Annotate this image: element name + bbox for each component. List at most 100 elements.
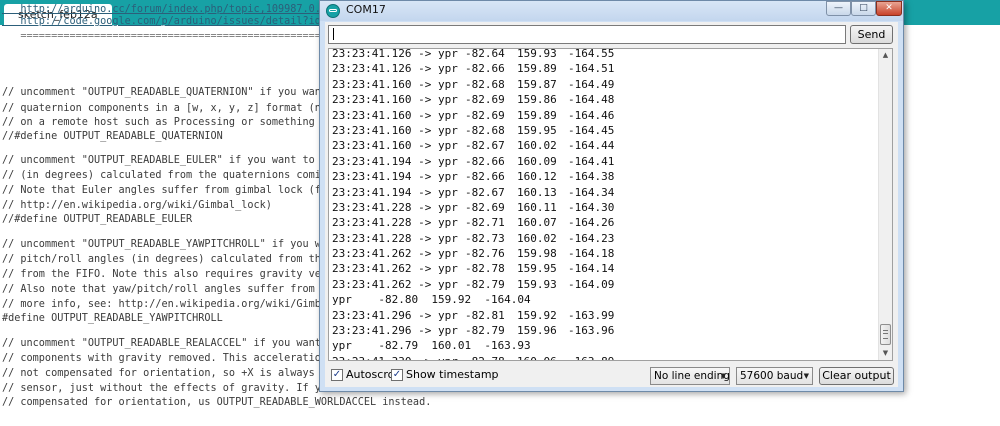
- title-bar[interactable]: COM17 — □ ✕: [320, 1, 903, 21]
- ypr-value: 159.89: [517, 108, 557, 122]
- ypr-value: -82.67: [465, 139, 505, 153]
- ypr-value: -163.89: [568, 354, 624, 360]
- line-ending-select[interactable]: No line ending ▼: [650, 367, 730, 385]
- serial-output-line: 23:23:41.126 -> ypr -82.66 159.89 -164.51: [332, 61, 624, 76]
- serial-input[interactable]: [328, 25, 846, 44]
- timestamp-prefix: 23:23:41.228 -> ypr: [332, 216, 458, 230]
- vertical-scrollbar[interactable]: ▲ ▼: [878, 49, 892, 360]
- ypr-value: -164.48: [568, 93, 615, 107]
- code-line: http://code.google.com/p/arduino/issues/…: [2, 16, 346, 27]
- scroll-up-arrow-icon[interactable]: ▲: [879, 49, 892, 62]
- ypr-value: -82.79: [465, 324, 505, 338]
- timestamp-prefix: 23:23:41.262 -> ypr: [332, 247, 458, 261]
- ypr-value: -82.68: [465, 123, 505, 137]
- timestamp-prefix: 23:23:41.160 -> ypr: [332, 123, 458, 137]
- window-title: COM17: [346, 3, 386, 16]
- timestamp-prefix: 23:23:41.330 -> ypr: [332, 354, 465, 360]
- serial-output-line: 23:23:41.194 -> ypr -82.67 160.13 -164.34: [332, 185, 624, 200]
- ypr-value: -82.73: [465, 231, 505, 245]
- maximize-button[interactable]: □: [851, 1, 876, 16]
- timestamp-prefix: 23:23:41.296 -> ypr: [332, 324, 458, 338]
- ypr-value: 159.86: [517, 93, 557, 107]
- code-line: // http://en.wikipedia.org/wiki/Gimbal_l…: [2, 200, 272, 211]
- ypr-value: 159.98: [517, 247, 557, 261]
- serial-output-line: 23:23:41.262 -> ypr -82.78 159.95 -164.14: [332, 261, 624, 276]
- show-timestamp-checkbox[interactable]: ✓: [391, 369, 403, 381]
- serial-output-line: 23:23:41.160 -> ypr -82.69 159.86 -164.48: [332, 92, 624, 107]
- timestamp-prefix: 23:23:41.160 -> ypr: [332, 77, 458, 91]
- ypr-value: 159.89: [517, 62, 557, 76]
- send-button[interactable]: Send: [850, 25, 893, 44]
- ypr-value: 159.95: [517, 123, 557, 137]
- ypr-value: 159.93: [517, 48, 557, 60]
- serial-output[interactable]: 23:23:41.126 -> ypr -82.64 159.93 -164.55 23…: [328, 48, 893, 361]
- close-button[interactable]: ✕: [876, 1, 902, 16]
- ypr-value: -82.67: [465, 185, 505, 199]
- ypr-value: -82.71: [465, 216, 505, 230]
- timestamp-prefix: 23:23:41.194 -> ypr: [332, 170, 458, 184]
- show-timestamp-label[interactable]: Show timestamp: [406, 368, 499, 381]
- serial-output-line: 23:23:41.228 -> ypr -82.69 160.11 -164.30: [332, 200, 624, 215]
- minimize-button[interactable]: —: [826, 1, 851, 16]
- ypr-value: -164.41: [568, 154, 615, 168]
- ypr-value: -82.66: [465, 170, 505, 184]
- scroll-down-arrow-icon[interactable]: ▼: [879, 347, 892, 360]
- timestamp-prefix: 23:23:41.228 -> ypr: [332, 231, 458, 245]
- arduino-icon: [326, 4, 340, 18]
- ypr-value: 160.02: [517, 231, 557, 245]
- code-line: http://arduino.cc/forum/index.php/topic,…: [2, 4, 346, 15]
- timestamp-prefix: 23:23:41.126 -> ypr: [332, 62, 458, 76]
- ypr-value: 160.13: [517, 185, 557, 199]
- baud-rate-value: 57600 baud: [740, 370, 804, 382]
- ypr-value: 159.95: [517, 262, 557, 276]
- serial-output-line: 23:23:41.296 -> ypr -82.81 159.92 -163.99: [332, 308, 624, 323]
- timestamp-prefix: 23:23:41.160 -> ypr: [332, 108, 458, 122]
- ypr-value: -82.66: [465, 62, 505, 76]
- ypr-value: 160.02: [517, 139, 557, 153]
- ypr-value: -82.78: [465, 262, 505, 276]
- ypr-value: -82.66: [465, 154, 505, 168]
- serial-output-line: 23:23:41.160 -> ypr -82.67 160.02 -164.44: [332, 138, 624, 153]
- ypr-value: -164.30: [568, 200, 615, 214]
- timestamp-prefix: 23:23:41.126 -> ypr: [332, 48, 458, 60]
- serial-output-line: ypr -82.80 159.92 -164.04: [332, 292, 624, 307]
- baud-rate-select[interactable]: 57600 baud ▼: [736, 367, 813, 385]
- bottom-toolbar: ✓ Autoscroll ✓ Show timestamp No line en…: [325, 363, 898, 387]
- ypr-value: -82.64: [465, 48, 505, 60]
- ypr-value: -164.34: [568, 185, 615, 199]
- serial-output-line: ypr -82.79 160.01 -163.93: [332, 338, 624, 353]
- ypr-value: 159.92: [517, 308, 557, 322]
- text-caret: [333, 28, 334, 40]
- autoscroll-checkbox[interactable]: ✓: [331, 369, 343, 381]
- serial-output-lines: 23:23:41.126 -> ypr -82.64 159.93 -164.55 23…: [332, 48, 624, 360]
- timestamp-prefix: 23:23:41.262 -> ypr: [332, 262, 458, 276]
- serial-output-line: 23:23:41.228 -> ypr -82.71 160.07 -164.26: [332, 215, 624, 230]
- ypr-value: -164.38: [568, 170, 615, 184]
- ypr-value: -164.26: [568, 216, 615, 230]
- ypr-value: -82.69: [465, 108, 505, 122]
- scrollbar-thumb[interactable]: [880, 324, 891, 345]
- ypr-value: -82.79: [465, 277, 505, 291]
- code-line: #define OUTPUT_READABLE_YAWPITCHROLL: [2, 313, 223, 324]
- serial-output-line: 23:23:41.262 -> ypr -82.76 159.98 -164.18: [332, 246, 624, 261]
- code-line: //#define OUTPUT_READABLE_QUATERNION: [2, 131, 223, 142]
- serial-output-line: 23:23:41.262 -> ypr -82.79 159.93 -164.09: [332, 277, 624, 292]
- serial-output-line: 23:23:41.330 -> ypr-82.78160.06-163.89: [332, 354, 624, 360]
- code-line: // on a remote host such as Processing o…: [2, 117, 364, 128]
- ypr-value: -164.55: [568, 48, 615, 60]
- serial-output-line: 23:23:41.160 -> ypr -82.68 159.95 -164.45: [332, 123, 624, 138]
- ypr-value: -164.51: [568, 62, 615, 76]
- ypr-value: -82.68: [465, 77, 505, 91]
- code-line: // more info, see: http://en.wikipedia.o…: [2, 299, 371, 310]
- code-line: //#define OUTPUT_READABLE_EULER: [2, 214, 193, 225]
- ypr-value: 160.11: [517, 200, 557, 214]
- clear-output-button[interactable]: Clear output: [819, 367, 894, 385]
- ypr-value: -82.69: [465, 200, 505, 214]
- ypr-value: -82.78: [465, 354, 517, 360]
- serial-output-line: 23:23:41.194 -> ypr -82.66 160.09 -164.41: [332, 154, 624, 169]
- ypr-value: -164.18: [568, 247, 615, 261]
- timestamp-prefix: 23:23:41.194 -> ypr: [332, 154, 458, 168]
- ypr-value: -82.81: [465, 308, 505, 322]
- ypr-value: 159.93: [517, 277, 557, 291]
- timestamp-prefix: 23:23:41.194 -> ypr: [332, 185, 458, 199]
